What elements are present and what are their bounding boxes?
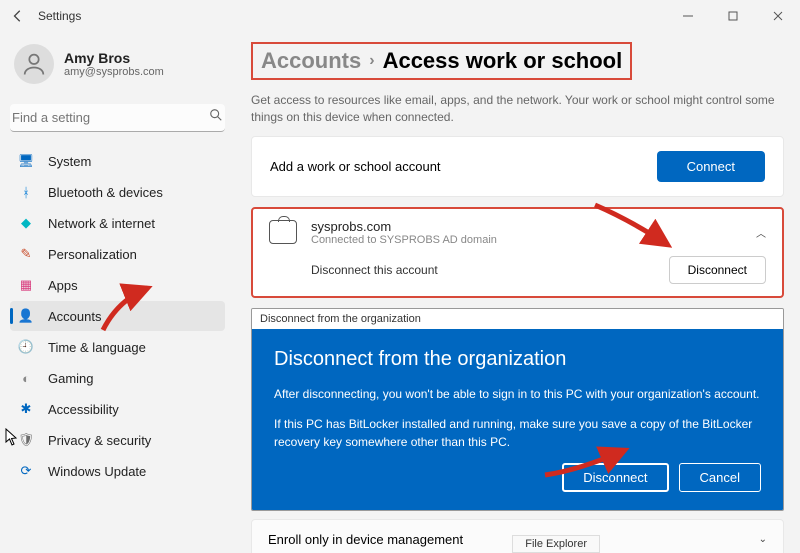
minimize-button[interactable] (665, 0, 710, 32)
dialog-text-2: If this PC has BitLocker installed and r… (274, 415, 761, 451)
gaming-icon: ◐ (18, 370, 34, 386)
briefcase-icon (269, 220, 297, 244)
bluetooth-devices-icon: ᚼ (18, 184, 34, 200)
connected-account-card: sysprobs.com Connected to SYSPROBS AD do… (251, 207, 784, 298)
dialog-text-1: After disconnecting, you won't be able t… (274, 385, 761, 403)
dialog-heading: Disconnect from the organization (274, 348, 761, 371)
accounts-icon: 👤 (18, 308, 34, 324)
search-input[interactable] (12, 110, 209, 125)
avatar-icon (14, 44, 54, 84)
apps-icon: ▦ (18, 277, 34, 293)
sidebar-item-system[interactable]: 🖥 System (10, 146, 225, 176)
personalization-icon: ✎ (18, 246, 34, 262)
sidebar-item-accounts[interactable]: 👤 Accounts (10, 301, 225, 331)
taskbar-item[interactable]: File Explorer (512, 535, 600, 553)
user-email: amy@sysprobs.com (64, 66, 164, 78)
sidebar-item-label: Windows Update (48, 464, 146, 479)
sidebar-item-apps[interactable]: ▦ Apps (10, 270, 225, 300)
connect-button[interactable]: Connect (657, 151, 765, 182)
system-icon: 🖥 (18, 153, 34, 169)
dialog-cancel-button[interactable]: Cancel (679, 463, 761, 492)
sidebar-item-label: System (48, 154, 91, 169)
enroll-label: Enroll only in device management (268, 532, 463, 547)
sidebar-item-windows-update[interactable]: ⟳ Windows Update (10, 456, 225, 486)
windows-update-icon: ⟳ (18, 463, 34, 479)
connected-account-header[interactable]: sysprobs.com Connected to SYSPROBS AD do… (253, 209, 782, 256)
user-profile[interactable]: Amy Bros amy@sysprobs.com (10, 40, 225, 88)
sidebar-item-label: Personalization (48, 247, 137, 262)
disconnect-button[interactable]: Disconnect (669, 256, 766, 284)
add-account-card: Add a work or school account Connect (251, 136, 784, 197)
sidebar-item-bluetooth-devices[interactable]: ᚼ Bluetooth & devices (10, 177, 225, 207)
sidebar-item-label: Network & internet (48, 216, 155, 231)
window-title: Settings (38, 9, 81, 23)
sidebar-item-label: Gaming (48, 371, 94, 386)
sidebar-item-label: Bluetooth & devices (48, 185, 163, 200)
maximize-button[interactable] (710, 0, 755, 32)
sidebar-item-label: Privacy & security (48, 433, 151, 448)
sidebar-item-network-internet[interactable]: ◆ Network & internet (10, 208, 225, 238)
add-account-label: Add a work or school account (270, 159, 657, 174)
chevron-right-icon: › (369, 52, 374, 70)
sidebar-item-label: Apps (48, 278, 78, 293)
breadcrumb: Accounts › Access work or school (251, 42, 632, 80)
search-box[interactable] (10, 104, 225, 132)
close-button[interactable] (755, 0, 800, 32)
accessibility-icon: ✱ (18, 401, 34, 417)
sidebar-item-label: Accounts (48, 309, 101, 324)
main-content: Accounts › Access work or school Get acc… (235, 32, 800, 553)
nav-list: 🖥 System ᚼ Bluetooth & devices ◆ Network & in… (10, 146, 225, 486)
time-language-icon: 🕘 (18, 339, 34, 355)
titlebar: Settings (0, 0, 800, 32)
page-description: Get access to resources like email, apps… (251, 92, 784, 126)
back-icon[interactable] (8, 6, 28, 26)
sidebar-item-label: Accessibility (48, 402, 119, 417)
user-name: Amy Bros (64, 50, 164, 66)
sidebar-item-time-language[interactable]: 🕘 Time & language (10, 332, 225, 362)
account-domain: sysprobs.com (311, 219, 497, 234)
account-status: Connected to SYSPROBS AD domain (311, 234, 497, 246)
breadcrumb-parent[interactable]: Accounts (261, 48, 361, 74)
dialog-disconnect-button[interactable]: Disconnect (562, 463, 668, 492)
breadcrumb-current: Access work or school (383, 48, 623, 74)
sidebar-item-label: Time & language (48, 340, 146, 355)
disconnect-dialog: Disconnect from the organization Disconn… (251, 308, 784, 511)
disconnect-label: Disconnect this account (311, 263, 438, 277)
sidebar-item-privacy-security[interactable]: 🛡 Privacy & security (10, 425, 225, 455)
chevron-up-icon: ︿ (756, 225, 766, 240)
sidebar-item-personalization[interactable]: ✎ Personalization (10, 239, 225, 269)
dialog-titlebar: Disconnect from the organization (252, 309, 783, 330)
sidebar-item-accessibility[interactable]: ✱ Accessibility (10, 394, 225, 424)
sidebar-item-gaming[interactable]: ◐ Gaming (10, 363, 225, 393)
chevron-down-icon: ⌄ (759, 534, 767, 545)
network-internet-icon: ◆ (18, 215, 34, 231)
privacy-security-icon: 🛡 (18, 432, 34, 448)
search-icon (209, 108, 223, 127)
sidebar: Amy Bros amy@sysprobs.com 🖥 System ᚼ Blueto… (0, 32, 235, 553)
